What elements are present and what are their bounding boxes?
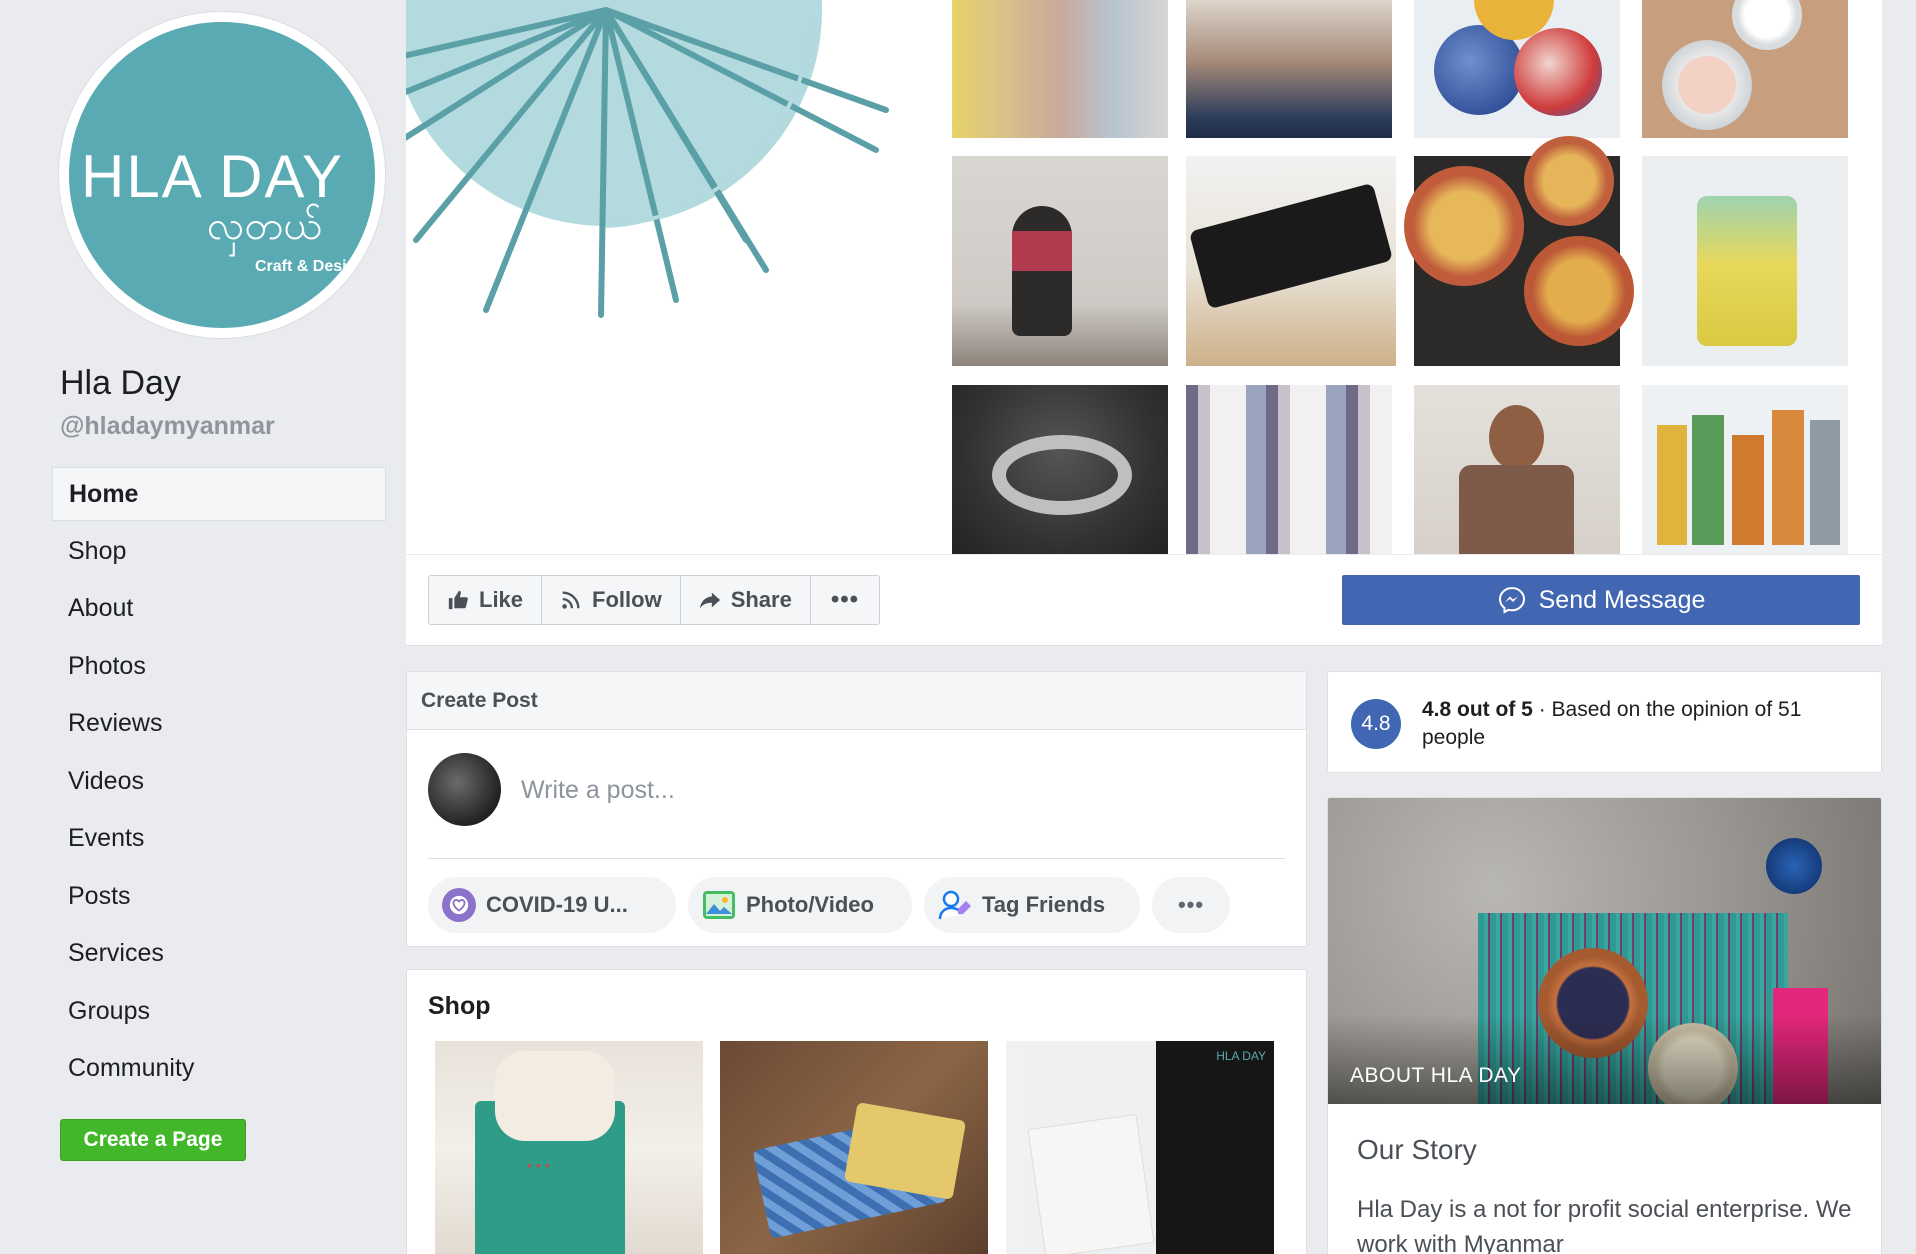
nav-item-community[interactable]: Community	[52, 1041, 386, 1096]
nav-item-posts[interactable]: Posts	[52, 869, 386, 924]
nav-item-shop[interactable]: Shop	[52, 524, 386, 579]
pottery-photo	[1186, 0, 1392, 138]
follow-label: Follow	[592, 587, 662, 612]
cover-sunburst-graphic	[406, 0, 889, 318]
ring-photo	[952, 385, 1168, 554]
tag-friends-chip[interactable]: Tag Friends	[924, 877, 1140, 933]
create-post-header: Create Post	[407, 672, 1306, 730]
messenger-icon	[1498, 586, 1525, 614]
share-label: Share	[730, 587, 792, 612]
page-nav: Home Shop About Photos Reviews Videos Ev…	[52, 467, 386, 1099]
about-photo-label: ABOUT HLA DAY	[1350, 1064, 1522, 1087]
nav-item-videos[interactable]: Videos	[52, 754, 386, 809]
woman-sitting-photo	[952, 156, 1168, 366]
logo-sub-text: Craft & Design	[255, 258, 367, 275]
shop-item-pouches[interactable]	[720, 1041, 988, 1254]
nav-item-home[interactable]: Home	[52, 467, 386, 521]
post-options: COVID-19 U... Photo/Video Tag Friends ••…	[428, 877, 1230, 933]
thumbs-up-icon	[448, 590, 468, 610]
shop-item-brand-label: HLA DAY	[1216, 1049, 1266, 1063]
balls-photo	[1414, 0, 1620, 138]
photo-video-label: Photo/Video	[746, 892, 874, 917]
nav-item-groups[interactable]: Groups	[52, 984, 386, 1039]
finger-puppets-photo	[1642, 385, 1848, 554]
photo-video-chip[interactable]: Photo/Video	[688, 877, 912, 933]
about-card[interactable]: ABOUT HLA DAY Our Story Hla Day is a not…	[1327, 797, 1882, 1254]
tag-friends-icon	[938, 888, 972, 922]
logo-script-text: လှတယ်	[207, 203, 323, 249]
nav-item-photos[interactable]: Photos	[52, 639, 386, 694]
smiling-woman-photo	[1414, 385, 1620, 554]
nav-item-reviews[interactable]: Reviews	[52, 696, 386, 751]
share-arrow-icon	[699, 592, 720, 609]
user-avatar[interactable]	[428, 753, 501, 826]
send-message-label: Send Message	[1538, 585, 1706, 614]
shop-card: Shop ... HLA DAY	[406, 969, 1307, 1254]
rating-score-text: 4.8 out of 5	[1422, 698, 1533, 721]
bowls-photo	[1642, 0, 1848, 138]
about-photo[interactable]: ABOUT HLA DAY	[1328, 798, 1881, 1104]
nav-item-about[interactable]: About	[52, 581, 386, 636]
like-label: Like	[479, 587, 524, 612]
like-button[interactable]: Like	[429, 576, 543, 624]
bag-photo	[1642, 156, 1848, 366]
nav-item-events[interactable]: Events	[52, 811, 386, 866]
shop-title[interactable]: Shop	[428, 992, 491, 1021]
page-action-bar: Like Follow Share ••• Send Message	[406, 554, 1882, 646]
shop-item-tote-bag[interactable]: ...	[435, 1041, 703, 1254]
create-page-button[interactable]: Create a Page	[60, 1119, 246, 1161]
ellipsis-icon: •••	[1177, 892, 1205, 917]
tag-friends-label: Tag Friends	[982, 892, 1106, 917]
page-title: Hla Day	[60, 364, 181, 402]
page-profile-picture[interactable]: HLA DAY လှတယ် Craft & Design	[59, 12, 385, 338]
nav-item-services[interactable]: Services	[52, 926, 386, 981]
page-handle[interactable]: @hladaymyanmar	[60, 412, 275, 441]
scarves-photo	[952, 0, 1168, 138]
rss-icon	[562, 591, 580, 609]
more-post-options-button[interactable]: •••	[1152, 877, 1230, 933]
write-post-input[interactable]: Write a post...	[521, 776, 675, 805]
action-button-group: Like Follow Share •••	[428, 575, 881, 625]
hla-day-logo: HLA DAY လှတယ် Craft & Design	[69, 22, 375, 328]
more-options-button[interactable]: •••	[811, 576, 879, 624]
rating-badge: 4.8	[1351, 699, 1401, 749]
ellipsis-icon: •••	[830, 586, 860, 613]
story-text: Hla Day is a not for profit social enter…	[1357, 1196, 1852, 1254]
create-post-card: Create Post Write a post... COVID-19 U..…	[406, 671, 1307, 947]
lacquerware-photo	[1186, 156, 1396, 366]
photo-icon	[702, 888, 736, 922]
covid-update-chip[interactable]: COVID-19 U...	[428, 877, 676, 933]
textiles-photo	[1186, 385, 1392, 554]
heart-icon	[442, 888, 476, 922]
covid-update-label: COVID-19 U...	[486, 892, 628, 917]
send-message-button[interactable]: Send Message	[1342, 575, 1860, 625]
story-title: Our Story	[1357, 1134, 1477, 1165]
shop-item-notebook[interactable]: HLA DAY	[1006, 1041, 1274, 1254]
tea-cups-photo	[1404, 136, 1634, 366]
follow-button[interactable]: Follow	[542, 576, 681, 624]
cover-photo[interactable]	[406, 0, 1882, 554]
rating-summary: 4.8 out of 5 · Based on the opinion of 5…	[1422, 696, 1862, 752]
share-button[interactable]: Share	[681, 576, 811, 624]
divider	[428, 858, 1285, 859]
rating-card[interactable]: 4.8 4.8 out of 5 · Based on the opinion …	[1327, 671, 1882, 773]
